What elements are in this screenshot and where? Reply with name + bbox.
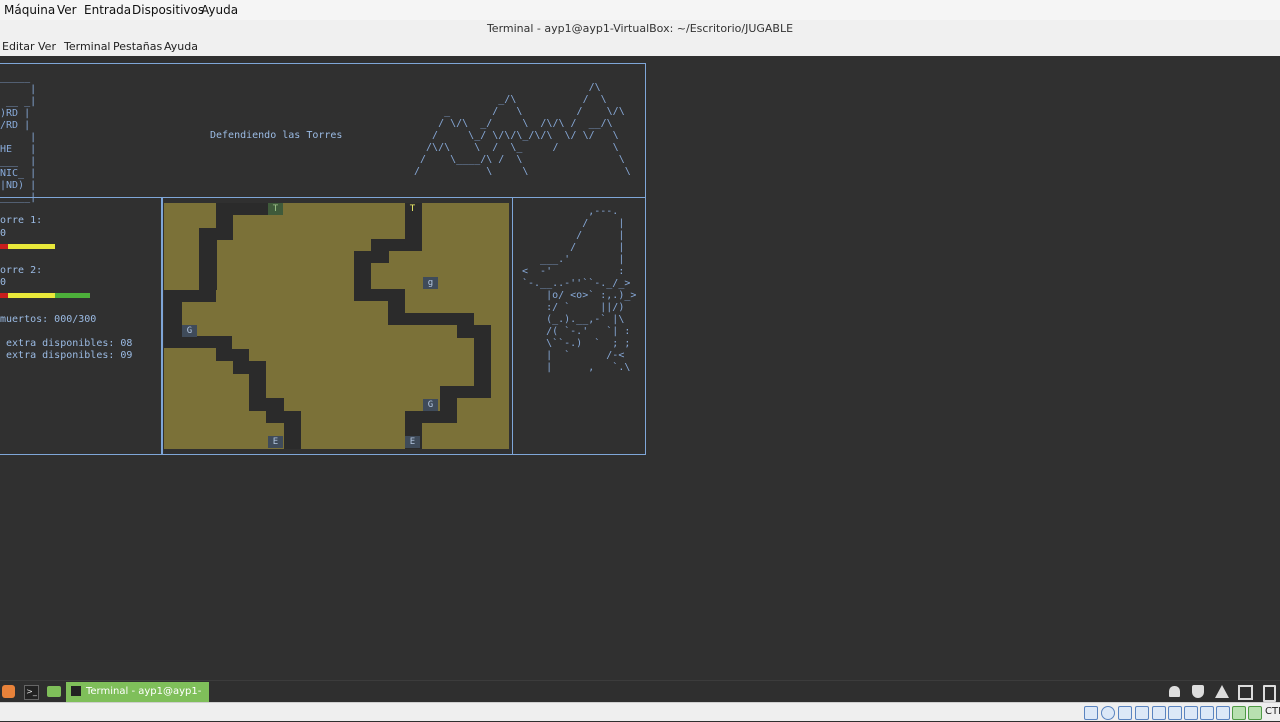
vbox-menu-maquina[interactable]: Máquina (4, 3, 55, 17)
torre2-label: orre 2: (0, 265, 43, 276)
shield-icon[interactable] (1192, 685, 1204, 698)
game-logo-ascii: _____ | __ _| )RD | /RD | | HE | ___ | N… (0, 72, 37, 203)
warning-icon[interactable] (1215, 685, 1229, 698)
goblin-tile-3[interactable]: G (423, 399, 438, 411)
torre2-value: 0 (0, 277, 7, 288)
menu-editar[interactable]: Editar (2, 40, 35, 53)
notifications-icon[interactable] (1169, 686, 1180, 697)
wizard-ascii: ,---. / | / | / | ___.' | < -' : `-.__..… (522, 206, 637, 373)
menu-ver[interactable]: Ver (38, 40, 56, 53)
optical-drive-icon[interactable] (1101, 706, 1115, 720)
vbox-menu-ayuda[interactable]: Ayuda (201, 3, 238, 17)
torre1-value: 0 (0, 228, 7, 239)
extra-disponibles-1: extra disponibles: 08 (0, 338, 133, 349)
menu-ayuda[interactable]: Ayuda (164, 40, 198, 53)
guest-taskbar: >_ Terminal - ayp1@ayp1-Vir... (0, 680, 1280, 717)
display-icon[interactable] (1184, 706, 1198, 720)
files-launcher-icon[interactable] (47, 686, 61, 697)
vbox-menu-dispositivos[interactable]: Dispositivos (132, 3, 204, 17)
host-key-indicator: CTR (1265, 706, 1280, 717)
mouse-integration-icon[interactable] (1232, 706, 1246, 720)
battery-icon[interactable] (1263, 685, 1276, 702)
usb-icon[interactable] (1152, 706, 1166, 720)
game-map[interactable]: T T g G G E E (164, 203, 509, 449)
keyboard-capture-icon[interactable] (1248, 706, 1262, 720)
tower-tile-a[interactable]: T (268, 203, 283, 215)
hard-disk-icon[interactable] (1084, 706, 1098, 720)
network-icon[interactable] (1135, 706, 1149, 720)
goblin-tile-1[interactable]: g (423, 277, 438, 289)
window-title: Terminal - ayp1@ayp1-VirtualBox: ~/Escri… (486, 22, 794, 35)
audio-icon[interactable] (1118, 706, 1132, 720)
mountains-ascii: /\ _/\ / \ _ / \ / \/\ / \/\ _/ \ /\/\ /… (414, 82, 631, 177)
vbox-menu-ver[interactable]: Ver (57, 3, 77, 17)
stats-panel (0, 197, 163, 455)
terminal-title-bar: Terminal - ayp1@ayp1-VirtualBox: ~/Escri… (0, 20, 1280, 38)
window-list-icon[interactable] (1238, 685, 1253, 700)
exit-tile-2[interactable]: E (405, 436, 420, 448)
terminal-body[interactable]: _____ | __ _| )RD | /RD | | HE | ___ | N… (0, 56, 1280, 680)
vbox-menu-bar: Máquina Ver Entrada Dispositivos Ayuda (0, 0, 1280, 21)
terminal-menu-bar: Editar Ver Terminal Pestañas Ayuda (0, 38, 1280, 57)
recording-icon[interactable] (1200, 706, 1214, 720)
menu-terminal[interactable]: Terminal (64, 40, 111, 53)
extra-disponibles-2: extra disponibles: 09 (0, 350, 133, 361)
muertos-counter: muertos: 000/300 (0, 314, 97, 325)
torre1-label: orre 1: (0, 215, 43, 226)
shared-folders-icon[interactable] (1168, 706, 1182, 720)
vbox-status-bar: CTR (0, 702, 1280, 721)
header-title: Defendiendo las Torres (210, 130, 343, 141)
tower-tile-b[interactable]: T (405, 203, 420, 215)
goblin-tile-2[interactable]: G (182, 325, 197, 337)
menu-pestanas[interactable]: Pestañas (113, 40, 162, 53)
vbox-menu-entrada[interactable]: Entrada (84, 3, 131, 17)
app-menu-icon[interactable] (2, 685, 15, 698)
taskbar-terminal-button[interactable]: Terminal - ayp1@ayp1-Vir... (66, 682, 209, 717)
terminal-launcher-icon[interactable]: >_ (24, 685, 39, 700)
vt-x-icon[interactable] (1216, 706, 1230, 720)
exit-tile-1[interactable]: E (268, 436, 283, 448)
terminal-task-icon (71, 686, 81, 696)
